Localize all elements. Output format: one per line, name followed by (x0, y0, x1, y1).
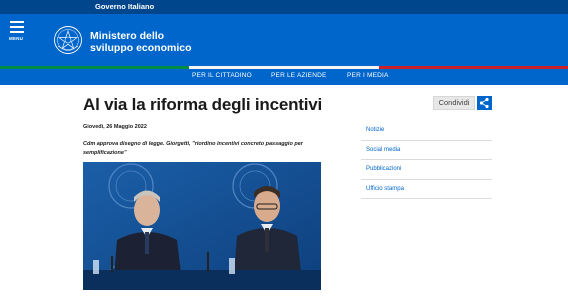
top-bar: Governo Italiano (0, 0, 568, 14)
emblem-icon[interactable] (53, 25, 83, 55)
article-date: Giovedì, 26 Maggio 2022 (83, 124, 147, 130)
share-icon (479, 97, 489, 109)
sidebar-item-notizie[interactable]: Notizie (361, 121, 492, 141)
brand-line-2: sviluppo economico (90, 42, 192, 54)
press-conference-image (83, 162, 321, 290)
sidebar-nav: Notizie Social media Pubblicazioni Uffic… (361, 121, 492, 199)
article-photo (83, 162, 321, 290)
government-link[interactable]: Governo Italiano (95, 2, 154, 11)
article-subtitle: Cdm approva disegno di legge. Giorgetti,… (83, 141, 303, 156)
site-header (0, 14, 568, 66)
nav-item-media[interactable]: PER I MEDIA (347, 72, 389, 79)
page-title: Al via la riforma degli incentivi (83, 95, 323, 114)
share-button[interactable]: Condividi (433, 96, 475, 110)
menu-label: MENU (9, 36, 24, 41)
sidebar-item-social-media[interactable]: Social media (361, 141, 492, 160)
main-nav: PER IL CITTADINO PER LE AZIENDE PER I ME… (0, 69, 568, 85)
nav-item-aziende[interactable]: PER LE AZIENDE (271, 72, 327, 79)
site-brand[interactable]: Ministero dello sviluppo economico (90, 30, 192, 54)
sidebar-item-ufficio-stampa[interactable]: Ufficio stampa (361, 180, 492, 199)
share-icon-button[interactable] (477, 96, 492, 110)
brand-line-1: Ministero dello (90, 30, 165, 42)
menu-button[interactable]: MENU (8, 19, 28, 41)
hamburger-icon (10, 21, 24, 23)
sidebar-item-pubblicazioni[interactable]: Pubblicazioni (361, 160, 492, 180)
nav-item-cittadino[interactable]: PER IL CITTADINO (192, 72, 252, 79)
